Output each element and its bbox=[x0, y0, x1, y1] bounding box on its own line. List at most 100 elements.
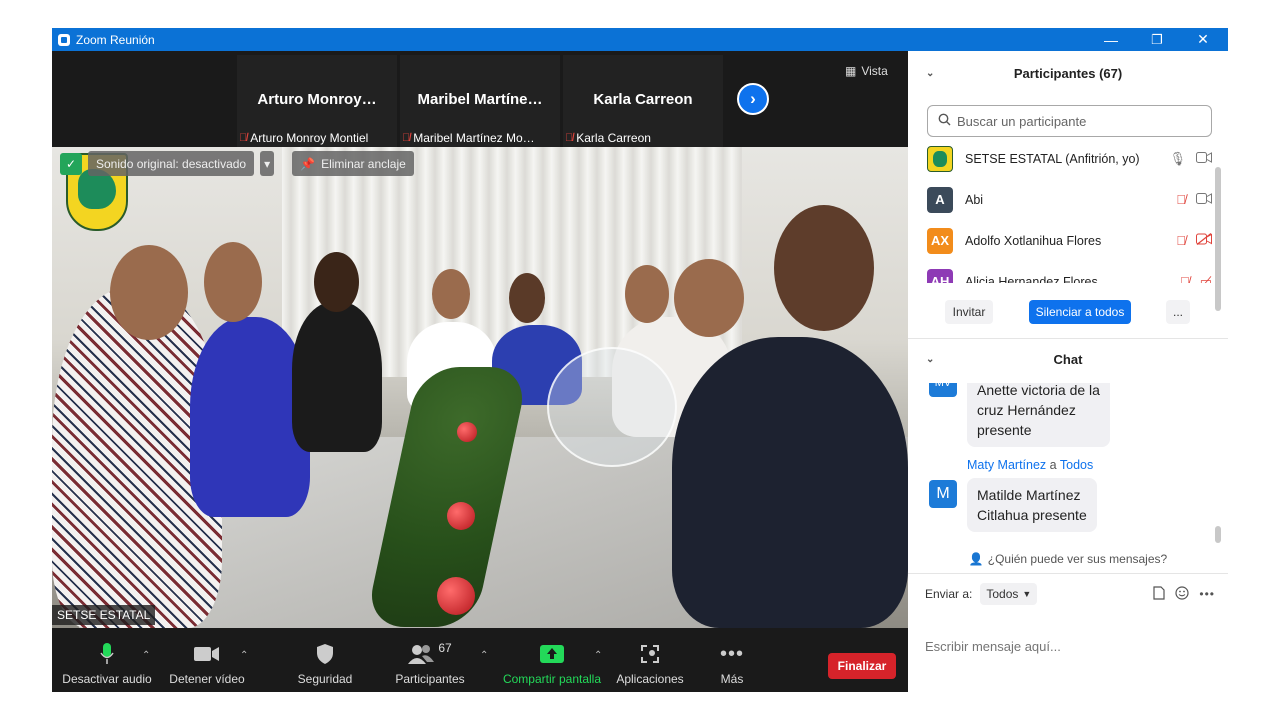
who-can-see-messages[interactable]: 👤 ¿Quién puede ver sus mensajes? bbox=[908, 548, 1228, 570]
participant-search-input[interactable]: Buscar un participante bbox=[927, 105, 1212, 137]
ornament bbox=[457, 422, 477, 442]
encryption-shield-icon: ✓ bbox=[60, 152, 82, 175]
view-button-label: Vista bbox=[861, 64, 888, 78]
mute-button-label: Desactivar audio bbox=[62, 672, 152, 686]
chat-header: ⌄ Chat bbox=[908, 339, 1228, 379]
chat-message-line: presente bbox=[977, 422, 1032, 438]
person-dark-shirt bbox=[672, 337, 908, 628]
stop-video-button[interactable]: Detener vídeo bbox=[152, 642, 262, 686]
muted-mic-icon: 🎙̸ bbox=[1179, 273, 1190, 284]
participant-count: 67 bbox=[438, 641, 452, 655]
glass-bowl bbox=[547, 347, 677, 467]
original-sound-dropdown-icon[interactable]: ▾ bbox=[260, 151, 275, 176]
muted-mic-icon: 🎙̸ bbox=[1176, 192, 1186, 207]
person-head bbox=[204, 242, 262, 322]
chat-sender-line: Maty Martínez a Todos bbox=[967, 458, 1093, 472]
participants-button-label: Participantes bbox=[395, 672, 465, 686]
mute-button[interactable]: Desactivar audio bbox=[52, 642, 162, 686]
chat-messages: MV Anette victoria de la cruz Hernández … bbox=[908, 383, 1228, 543]
participant-avatar: AH bbox=[927, 268, 953, 283]
mute-all-button[interactable]: Silenciar a todos bbox=[1029, 300, 1131, 324]
chat-title: Chat bbox=[1053, 351, 1083, 367]
more-button[interactable]: ••• Más bbox=[677, 642, 787, 687]
thumbnail-tile[interactable]: Arturo Monroy… 🎙̸ Arturo Monroy Montiel bbox=[237, 55, 397, 147]
more-dots-icon[interactable]: ••• bbox=[1199, 587, 1215, 601]
participant-name: SETSE ESTATAL (Anfitrión, yo) bbox=[965, 151, 1140, 166]
chat-message-input[interactable] bbox=[925, 635, 1215, 657]
title-bar: Zoom Reunión — ❐ ✕ bbox=[52, 28, 1228, 51]
end-meeting-button[interactable]: Finalizar bbox=[828, 653, 896, 679]
divider bbox=[908, 573, 1228, 574]
thumbnail-strip: Arturo Monroy… 🎙̸ Arturo Monroy Montiel … bbox=[52, 51, 908, 147]
invite-button[interactable]: Invitar bbox=[945, 300, 993, 324]
chat-message-bubble: Anette victoria de la cruz Hernández pre… bbox=[967, 383, 1110, 447]
participants-scrollbar[interactable] bbox=[1215, 167, 1221, 311]
chat-to-word: a bbox=[1049, 458, 1057, 472]
unpin-button-label: Eliminar anclaje bbox=[321, 156, 406, 171]
participants-button[interactable]: 67 Participantes bbox=[375, 641, 485, 686]
participant-avatar: A bbox=[927, 186, 953, 213]
security-button[interactable]: Seguridad bbox=[270, 642, 380, 686]
collapse-chevron-icon[interactable]: ⌄ bbox=[926, 68, 934, 79]
collapse-chevron-icon[interactable]: ⌄ bbox=[926, 354, 934, 365]
person-head bbox=[509, 273, 545, 323]
muted-mic-icon: 🎙̸ bbox=[1176, 233, 1186, 248]
zoom-logo-icon bbox=[58, 33, 70, 46]
ornament bbox=[447, 502, 475, 530]
file-icon[interactable] bbox=[1153, 585, 1165, 603]
participant-status-icons: 🎙̸ bbox=[1176, 192, 1212, 207]
next-page-arrow-icon[interactable]: › bbox=[737, 83, 769, 115]
camera-off-icon: ▭̸ bbox=[1199, 273, 1212, 284]
view-button[interactable]: ▦ Vista bbox=[845, 60, 888, 82]
original-sound-button[interactable]: Sonido original: desactivado bbox=[88, 151, 255, 176]
participants-more-button[interactable]: ... bbox=[1166, 300, 1190, 324]
participant-name: Alicia Hernandez Flores bbox=[965, 274, 1098, 284]
share-screen-icon bbox=[497, 642, 607, 666]
chat-scrollbar[interactable] bbox=[1215, 526, 1221, 543]
meeting-toolbar: Desactivar audio ⌃ Detener vídeo ⌃ Segur… bbox=[52, 628, 908, 692]
side-panel: ⌄ Participantes (67) Buscar un participa… bbox=[908, 51, 1228, 692]
participants-header: ⌄ Participantes (67) bbox=[908, 53, 1228, 93]
video-options-caret-icon[interactable]: ⌃ bbox=[240, 650, 248, 661]
participant-status-icons: 🎙̸ ▭̸ bbox=[1180, 274, 1212, 284]
security-button-label: Seguridad bbox=[297, 672, 353, 686]
participant-avatar bbox=[927, 145, 953, 172]
chevron-down-icon: ▼ bbox=[1022, 589, 1032, 599]
share-screen-button-label: Compartir pantalla bbox=[502, 672, 602, 686]
minimize-button[interactable]: — bbox=[1088, 28, 1134, 51]
thumbnail-display-name: Maribel Martíne… bbox=[417, 91, 543, 108]
participant-row[interactable]: AH Alicia Hernandez Flores 🎙̸ ▭̸ bbox=[908, 261, 1218, 283]
thumbnail-label: 🎙̸ Arturo Monroy Montiel bbox=[239, 131, 395, 145]
zoom-window: Zoom Reunión — ❐ ✕ Arturo Monroy… 🎙̸ Art… bbox=[52, 28, 1228, 692]
shield-icon bbox=[270, 642, 380, 666]
camera-icon bbox=[1196, 151, 1212, 167]
emoji-icon[interactable] bbox=[1175, 585, 1189, 603]
participant-avatar: AX bbox=[927, 227, 953, 254]
chat-recipient[interactable]: Todos bbox=[1060, 458, 1093, 472]
audio-options-caret-icon[interactable]: ⌃ bbox=[142, 650, 150, 661]
muted-mic-icon: 🎙̸ bbox=[402, 132, 411, 144]
thumbnail-tile[interactable]: Maribel Martíne… 🎙̸ Maribel Martínez Mo… bbox=[400, 55, 560, 147]
restore-button[interactable]: ❐ bbox=[1134, 28, 1180, 51]
close-button[interactable]: ✕ bbox=[1180, 28, 1226, 51]
send-to-select[interactable]: Todos ▼ bbox=[980, 583, 1038, 605]
chat-message-bubble: Matilde Martínez Citlahua presente bbox=[967, 478, 1097, 532]
chat-avatar: MV bbox=[929, 383, 957, 397]
participant-row[interactable]: AX Adolfo Xotlanihua Flores 🎙̸ bbox=[908, 220, 1218, 261]
video-overlay-controls: ✓ Sonido original: desactivado ▾ 📌 Elimi… bbox=[60, 151, 414, 176]
thumbnail-tile[interactable]: Karla Carreon 🎙̸ Karla Carreon bbox=[563, 55, 723, 147]
thumbnail-full-name: Arturo Monroy Montiel bbox=[250, 131, 369, 145]
share-screen-button[interactable]: Compartir pantalla bbox=[497, 642, 607, 686]
muted-mic-icon: 🎙̸ bbox=[565, 132, 574, 144]
person-head bbox=[314, 252, 359, 312]
participant-row[interactable]: SETSE ESTATAL (Anfitrión, yo) 🎙 bbox=[908, 138, 1218, 179]
person-head bbox=[674, 259, 744, 337]
camera-off-icon bbox=[1196, 233, 1212, 248]
participant-row[interactable]: A Abi 🎙̸ bbox=[908, 179, 1218, 220]
send-to-label: Enviar a: bbox=[925, 587, 973, 601]
unpin-button[interactable]: 📌 Eliminar anclaje bbox=[292, 151, 414, 176]
thumbnail-label: 🎙̸ Maribel Martínez Mo… bbox=[402, 131, 558, 145]
thumbnail-display-name: Karla Carreon bbox=[593, 91, 693, 108]
chat-sender[interactable]: Maty Martínez bbox=[967, 458, 1046, 472]
participants-options-caret-icon[interactable]: ⌃ bbox=[480, 650, 488, 661]
